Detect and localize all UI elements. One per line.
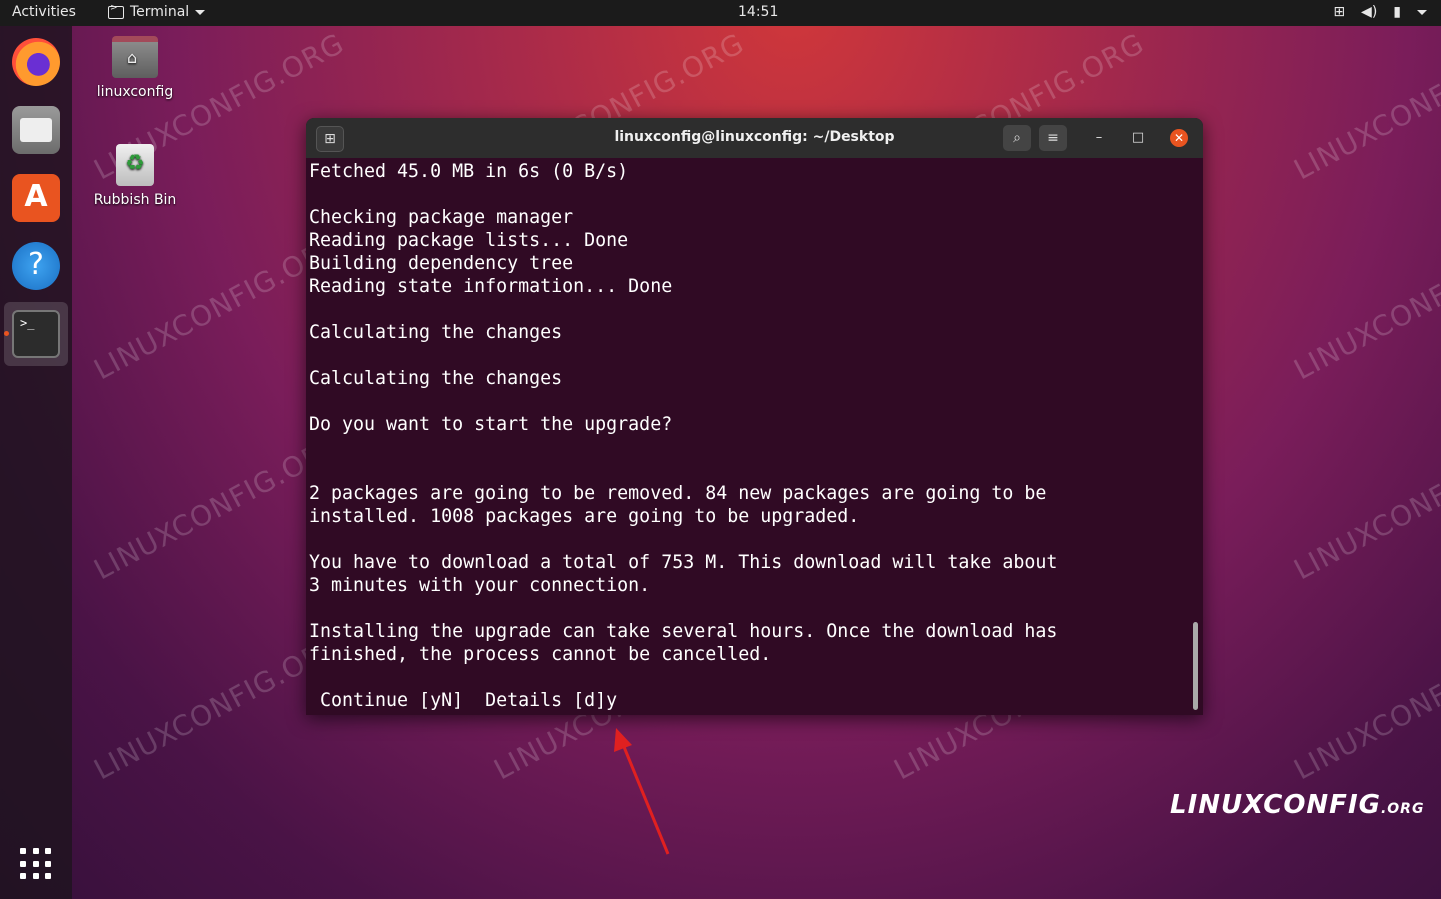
maximize-button[interactable]: □ xyxy=(1129,129,1147,147)
search-icon: ⌕ xyxy=(1013,130,1021,146)
firefox-icon[interactable] xyxy=(12,38,60,86)
watermark: LINUXCONFIG.ORG xyxy=(1288,26,1441,187)
terminal-line: Continue [yN] Details [d]y xyxy=(309,690,618,711)
hamburger-icon: ≡ xyxy=(1047,130,1059,146)
desktop-bin-label: Rubbish Bin xyxy=(93,192,177,208)
window-title: linuxconfig@linuxconfig: ~/Desktop xyxy=(614,129,895,145)
terminal-line: You have to download a total of 753 M. T… xyxy=(309,552,1058,573)
linuxconfig-logo: LINUXCONFIG.ORG xyxy=(1170,790,1425,820)
app-menu-label: Terminal xyxy=(130,4,190,20)
terminal-line: Fetched 45.0 MB in 6s (0 B/s) xyxy=(309,161,629,182)
close-icon: ✕ xyxy=(1173,131,1185,145)
terminal-icon xyxy=(108,3,124,19)
volume-icon: ◀) xyxy=(1361,4,1378,20)
terminal-line: Calculating the changes xyxy=(309,368,563,389)
terminal-line: 3 minutes with your connection. xyxy=(309,575,651,596)
terminal-output[interactable]: Fetched 45.0 MB in 6s (0 B/s) Checking p… xyxy=(309,160,1189,713)
dock: A ? >_ xyxy=(0,26,72,899)
trash-icon: ♻ xyxy=(116,144,154,186)
home-folder-icon xyxy=(112,36,158,78)
minimize-button[interactable]: – xyxy=(1090,129,1108,147)
system-tray[interactable]: ⊞ ◀) ▮ xyxy=(1333,4,1427,20)
terminal-line: Installing the upgrade can take several … xyxy=(309,621,1058,642)
terminal-line: Reading state information... Done xyxy=(309,276,673,297)
terminal-line: 2 packages are going to be removed. 84 n… xyxy=(309,483,1047,504)
terminal-line: Checking package manager xyxy=(309,207,574,228)
window-titlebar[interactable]: ⊞ linuxconfig@linuxconfig: ~/Desktop ⌕ ≡… xyxy=(306,118,1203,158)
desktop-folder-linuxconfig[interactable]: linuxconfig xyxy=(80,36,190,100)
watermark: LINUXCONFIG.ORG xyxy=(1288,226,1441,387)
terminal-line: finished, the process cannot be cancelle… xyxy=(309,644,772,665)
software-center-icon[interactable]: A xyxy=(12,174,60,222)
close-button[interactable]: ✕ xyxy=(1170,129,1188,147)
running-indicator xyxy=(4,331,9,336)
terminal-line: installed. 1008 packages are going to be… xyxy=(309,506,860,527)
terminal-icon[interactable]: >_ xyxy=(12,310,60,358)
app-menu[interactable]: Terminal xyxy=(108,3,206,20)
top-bar: Activities Terminal 14:51 ⊞ ◀) ▮ xyxy=(0,0,1441,26)
terminal-window[interactable]: ⊞ linuxconfig@linuxconfig: ~/Desktop ⌕ ≡… xyxy=(306,118,1203,715)
terminal-line: Building dependency tree xyxy=(309,253,574,274)
battery-icon: ▮ xyxy=(1393,4,1401,20)
clock[interactable]: 14:51 xyxy=(738,4,778,20)
show-applications-icon[interactable] xyxy=(20,848,52,880)
terminal-line: Calculating the changes xyxy=(309,322,563,343)
chevron-down-icon xyxy=(195,9,206,15)
search-button[interactable]: ⌕ xyxy=(1003,125,1031,151)
terminal-line: Do you want to start the upgrade? xyxy=(309,414,673,435)
scrollbar[interactable] xyxy=(1193,622,1198,710)
menu-button[interactable]: ≡ xyxy=(1039,125,1067,151)
annotation-arrow xyxy=(614,728,670,855)
files-icon[interactable] xyxy=(12,106,60,154)
watermark: LINUXCONFIG.ORG xyxy=(1288,626,1441,787)
activities-button[interactable]: Activities xyxy=(12,4,76,20)
desktop-rubbish-bin[interactable]: ♻ Rubbish Bin xyxy=(80,144,190,208)
chevron-down-icon xyxy=(1417,9,1427,15)
desktop-folder-label: linuxconfig xyxy=(96,84,174,100)
watermark: LINUXCONFIG.ORG xyxy=(1288,426,1441,587)
network-icon: ⊞ xyxy=(1333,4,1346,20)
terminal-line: Reading package lists... Done xyxy=(309,230,629,251)
help-icon[interactable]: ? xyxy=(12,242,60,290)
